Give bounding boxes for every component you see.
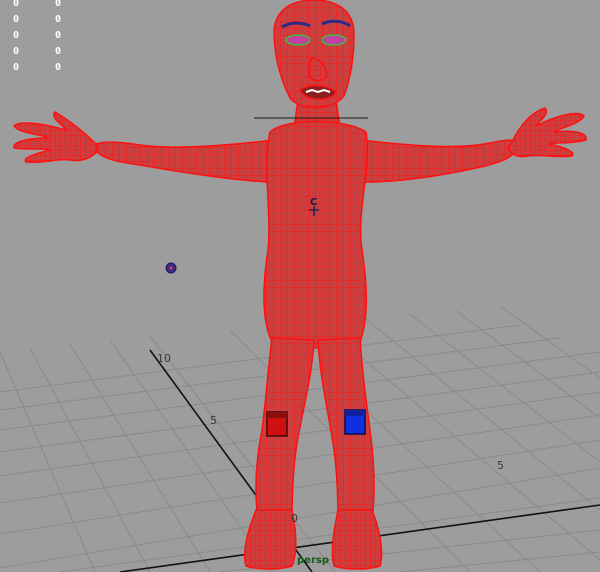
hud-value: 0	[55, 0, 62, 9]
hud-value: 0	[13, 30, 20, 41]
hud-value: 0	[55, 30, 62, 41]
hud-readout-left: 0 0 0 0 0	[13, 0, 19, 76]
grid-label-five-right: 5	[497, 459, 504, 472]
grid-label-ten: 10	[157, 352, 171, 365]
grid-label-five-left: 5	[210, 414, 217, 427]
scene-canvas[interactable]	[0, 0, 600, 572]
sphere-locator-icon[interactable]	[165, 262, 177, 274]
pivot-label: C	[310, 197, 318, 208]
hud-value: 0	[55, 14, 62, 25]
left-knee-control[interactable]	[266, 411, 288, 437]
hud-value: 0	[13, 14, 20, 25]
camera-label: persp	[297, 555, 329, 566]
right-knee-control[interactable]	[344, 409, 366, 435]
character-mesh[interactable]	[13, 0, 587, 570]
hud-value: 0	[13, 0, 20, 9]
hud-value: 0	[55, 62, 62, 73]
maya-perspective-viewport[interactable]: 0 0 0 0 0 0 0 0 0 0 10 5 5 0 C persp	[0, 0, 600, 572]
hud-readout-right: 0 0 0 0 0	[55, 0, 61, 76]
hud-value: 0	[55, 46, 62, 57]
hud-value: 0	[13, 62, 20, 73]
hud-value: 0	[13, 46, 20, 57]
grid-label-zero: 0	[291, 512, 298, 525]
